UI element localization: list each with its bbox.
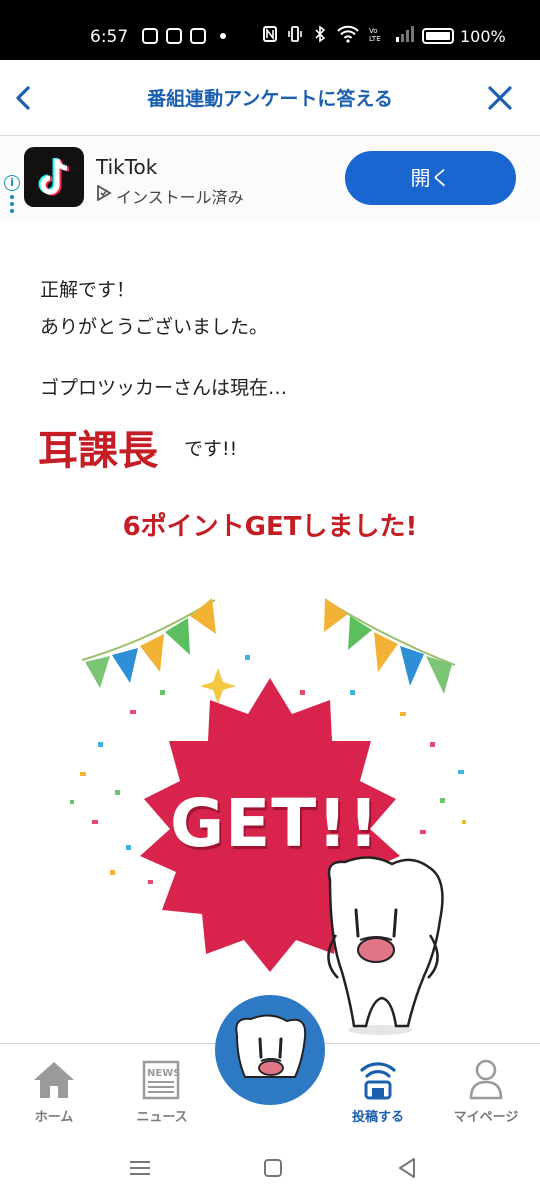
nav-news-label: ニュース — [136, 1110, 188, 1125]
nav-mypage[interactable]: マイページ — [432, 1044, 540, 1134]
notification-icons — [142, 28, 226, 44]
wifi-icon — [337, 25, 359, 43]
nav-home[interactable]: ホーム — [0, 1044, 108, 1134]
ad-banner[interactable]: i TikTok インストール済み 開く — [0, 137, 540, 221]
ad-open-button[interactable]: 開く — [345, 151, 516, 205]
bluetooth-icon — [315, 25, 326, 43]
volte-icon: VoLTE — [369, 27, 381, 43]
signal-icon — [396, 26, 414, 42]
page-title: 番組連動アンケートに答える — [147, 88, 393, 110]
rank-suffix: です!! — [184, 438, 238, 460]
more-notifications-icon — [220, 33, 226, 39]
tooth-mascot — [327, 856, 444, 1035]
home-icon — [34, 1062, 74, 1098]
home-button-icon[interactable] — [258, 1153, 288, 1183]
app-header: 番組連動アンケートに答える — [0, 60, 540, 136]
vibrate-icon — [288, 26, 302, 42]
svg-text:LTE: LTE — [369, 35, 381, 43]
back-button[interactable] — [8, 80, 38, 116]
nav-post[interactable]: 投稿する — [324, 1044, 432, 1134]
ad-options-icon[interactable] — [10, 195, 14, 216]
mascot-icon — [235, 1014, 307, 1078]
sparkle-icon — [200, 668, 236, 704]
svg-text:Vo: Vo — [369, 27, 378, 35]
svg-text:NEWS: NEWS — [147, 1068, 180, 1079]
ad-install-status: インストール済み — [116, 188, 244, 207]
nav-post-label: 投稿する — [351, 1110, 404, 1125]
instagram-icon — [166, 28, 182, 44]
status-time: 6:57 — [90, 27, 129, 47]
battery-percent: 100% — [460, 27, 506, 46]
ad-info-icon[interactable]: i — [4, 175, 20, 191]
system-status-icons: Vo LTE — [262, 25, 415, 43]
garland-left — [81, 598, 216, 688]
play-store-icon — [97, 185, 112, 201]
rank-title: 耳課長 — [38, 428, 158, 474]
nfc-icon — [263, 26, 277, 42]
instagram-icon — [142, 28, 158, 44]
tiktok-logo-icon[interactable] — [24, 147, 84, 207]
post-icon — [360, 1062, 396, 1100]
status-bar: 6:57 Vo LTE 100% — [0, 0, 540, 60]
battery-icon — [422, 28, 454, 44]
nav-news[interactable]: NEWS ニュース — [108, 1044, 216, 1134]
mascot-fab-button[interactable] — [215, 995, 325, 1105]
news-icon: NEWS — [142, 1060, 180, 1100]
correct-message: 正解です！ — [40, 279, 136, 301]
ad-app-name: TikTok — [96, 155, 158, 179]
nav-mypage-label: マイページ — [453, 1110, 519, 1125]
back-nav-icon[interactable] — [392, 1153, 422, 1183]
thanks-message: ありがとうございました。 — [40, 316, 269, 338]
close-button[interactable] — [484, 80, 516, 116]
garland-right — [324, 598, 456, 694]
system-navigation-bar — [0, 1133, 540, 1200]
get-badge-text: GET!! — [170, 785, 380, 862]
person-icon — [469, 1059, 503, 1100]
pocket-icon — [190, 28, 206, 44]
status-message: ゴプロツッカーさんは現在… — [40, 377, 288, 399]
points-earned-message: 6ポイントGETしました! — [122, 512, 418, 542]
recent-apps-icon[interactable] — [125, 1153, 155, 1183]
nav-home-label: ホーム — [34, 1110, 74, 1125]
